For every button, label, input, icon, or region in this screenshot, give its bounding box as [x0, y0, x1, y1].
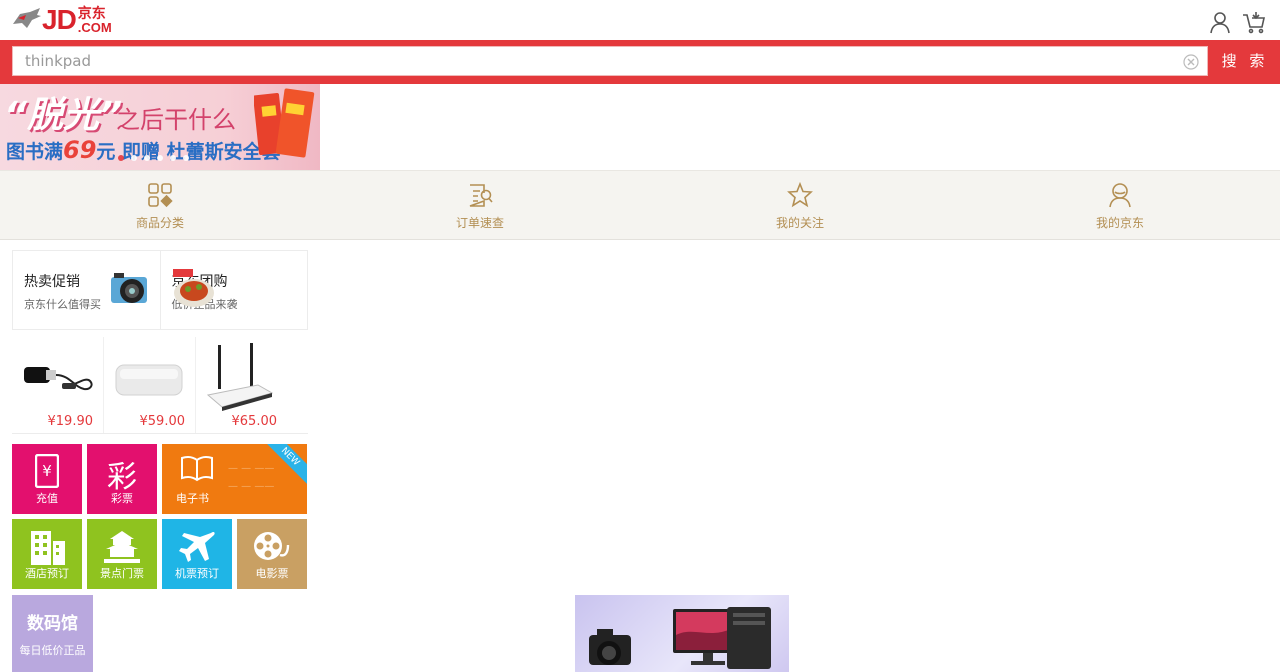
tile-label: 酒店预订 [25, 567, 69, 580]
top-bar: JD 京东 .COM [0, 0, 1280, 40]
jd-logo[interactable]: JD 京东 .COM [10, 5, 112, 35]
header-icons [1208, 10, 1266, 34]
tile-title: 数码馆 [27, 614, 78, 634]
airplane-icon [179, 531, 215, 562]
banner-headline: “脱光” [4, 95, 123, 136]
banner-offer-amount: 69 [63, 136, 97, 164]
tile-label: 电影票 [255, 567, 289, 580]
product-boxes-image [254, 88, 315, 158]
food-image [172, 269, 214, 307]
nav-item-label: 订单速查 [455, 216, 504, 230]
building-icon [31, 531, 65, 565]
tile-label: 彩票 [111, 492, 133, 505]
search-button[interactable]: 搜 索 [1210, 46, 1280, 76]
tile-movie[interactable]: 电影票 [237, 519, 307, 589]
phone-recharge-icon: ¥ [35, 454, 59, 488]
nav-item-favorites[interactable]: 我的关注 [640, 171, 960, 239]
ebook-slogan-decoration: — — —— — — —— [228, 463, 275, 492]
carousel-dots [118, 155, 189, 161]
order-search-icon [469, 184, 493, 207]
tile-hotel[interactable]: 酒店预订 [12, 519, 82, 589]
carousel-dot[interactable] [183, 155, 189, 161]
user-icon[interactable] [1208, 10, 1232, 34]
user-icon [1109, 183, 1131, 208]
logo-jd-text: JD [42, 4, 77, 35]
product-card[interactable]: ¥59.00 [103, 337, 195, 433]
main-nav: 商品分类 订单速查 我的关注 我的京东 [0, 170, 1280, 240]
electronics-image [589, 607, 771, 669]
banner-offer-prefix: 图书满 [6, 141, 64, 163]
product-card[interactable]: ¥65.00 [195, 337, 287, 433]
search-bar: 搜 索 [0, 40, 1280, 84]
camera-image [110, 273, 147, 303]
product-price: ¥59.00 [139, 414, 186, 429]
nav-item-label: 我的京东 [1095, 216, 1144, 230]
tile-label: 机票预订 [175, 567, 219, 580]
usb-adapter-image [24, 367, 93, 391]
carousel-dot[interactable] [157, 155, 163, 161]
nav-item-orders[interactable]: 订单速查 [320, 171, 640, 239]
nav-item-label: 我的关注 [775, 216, 824, 230]
promo-hot-sale[interactable]: 热卖促销 京东什么值得买 [13, 251, 160, 329]
carousel-dot[interactable] [118, 155, 124, 161]
tile-lottery[interactable]: 彩 彩票 [87, 444, 157, 514]
carousel-dot[interactable] [144, 155, 150, 161]
promo-cards: 热卖促销 京东什么值得买 京东团购 低价正品来袭 [12, 250, 308, 330]
carousel-dot[interactable] [170, 155, 176, 161]
film-reel-icon [254, 532, 290, 560]
cart-icon[interactable] [1242, 10, 1266, 34]
tile-label: 景点门票 [100, 567, 144, 580]
search-field-wrapper [12, 46, 1208, 76]
logo-cn-text: 京东 [77, 5, 106, 22]
tile-digital[interactable]: 数码馆 每日低价正品 [12, 595, 93, 672]
tile-label: 每日低价正品 [19, 644, 86, 657]
electronics-ad-banner[interactable] [575, 595, 789, 672]
tile-label: 电子书 [176, 492, 209, 505]
power-bank-image [115, 364, 183, 396]
product-price: ¥19.90 [47, 414, 94, 429]
product-strip: ¥19.90 ¥59.00 ¥65.00 [12, 337, 308, 434]
grid-icon [148, 183, 173, 208]
router-image [206, 343, 274, 411]
product-price: ¥65.00 [231, 414, 278, 429]
tile-label: 充值 [36, 492, 58, 505]
logo-cn: 京东 .COM [78, 7, 112, 34]
product-card[interactable]: ¥19.90 [12, 337, 103, 433]
svg-text:¥: ¥ [42, 462, 52, 480]
carousel-dot[interactable] [131, 155, 137, 161]
tile-ebook[interactable]: — — —— — — —— NEW 电子书 [162, 444, 307, 514]
logo-com-text: .COM [77, 19, 112, 35]
jd-dog-logo-icon [13, 8, 41, 28]
book-icon [181, 455, 213, 482]
nav-item-label: 商品分类 [135, 216, 184, 230]
banner-headline-tail: 之后干什么 [116, 106, 236, 134]
star-icon [787, 181, 813, 208]
tile-flight[interactable]: 机票预订 [162, 519, 232, 589]
nav-item-categories[interactable]: 商品分类 [0, 171, 320, 239]
search-input[interactable] [13, 47, 1175, 75]
clear-icon[interactable] [1183, 54, 1199, 70]
tile-scenic[interactable]: 景点门票 [87, 519, 157, 589]
tile-recharge[interactable]: ¥ 充值 [12, 444, 82, 514]
promo-banner[interactable]: “脱光” 之后干什么 图书满69元 即赠 杜蕾斯安全套 [0, 84, 320, 170]
promo-group-buy[interactable]: 京东团购 低价正品来袭 [159, 251, 308, 329]
nav-item-my-jd[interactable]: 我的京东 [960, 171, 1280, 239]
temple-icon [104, 531, 140, 563]
